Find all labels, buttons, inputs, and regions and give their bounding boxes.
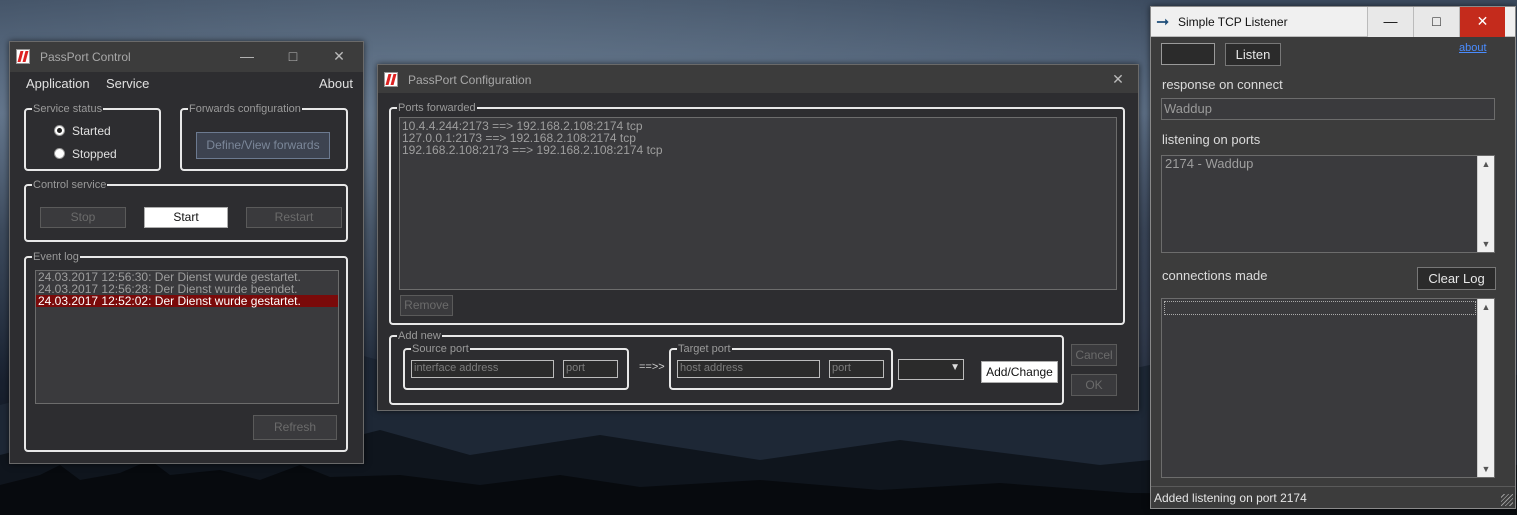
service-status-legend: Service status bbox=[32, 102, 104, 116]
add-change-button[interactable]: Add/Change bbox=[981, 361, 1058, 383]
minimize-icon[interactable]: — bbox=[224, 42, 270, 72]
menu-application[interactable]: Application bbox=[26, 76, 90, 91]
clear-log-button[interactable]: Clear Log bbox=[1417, 267, 1496, 290]
define-view-forwards-button[interactable]: Define/View forwards bbox=[196, 132, 330, 159]
title-bar[interactable]: PassPort Control — □ ✕ bbox=[10, 42, 363, 72]
minimize-icon[interactable]: — bbox=[1367, 7, 1413, 37]
passport-app-icon bbox=[16, 49, 30, 64]
control-service-legend: Control service bbox=[32, 178, 108, 192]
connections-list[interactable]: ▲ ▼ bbox=[1161, 298, 1495, 478]
window-title: PassPort Configuration bbox=[408, 73, 532, 87]
source-address-input[interactable]: interface address bbox=[411, 360, 554, 378]
remove-button[interactable]: Remove bbox=[400, 295, 453, 316]
port-input[interactable] bbox=[1161, 43, 1215, 65]
close-icon[interactable]: ✕ bbox=[316, 42, 362, 72]
maximize-icon[interactable]: □ bbox=[1413, 7, 1459, 37]
menu-bar: Application Service About bbox=[10, 72, 363, 96]
target-port-legend: Target port bbox=[677, 342, 732, 356]
protocol-select[interactable]: ▼ bbox=[898, 359, 964, 380]
service-status-group: Service status Started Stopped bbox=[24, 102, 161, 171]
listening-port-entry[interactable]: 2174 - Waddup bbox=[1162, 156, 1494, 172]
event-log-entry-selected[interactable]: 24.03.2017 12:52:02: Der Dienst wurde ge… bbox=[36, 295, 338, 307]
ports-forwarded-list[interactable]: 10.4.4.244:2173 ==> 192.168.2.108:2174 t… bbox=[399, 117, 1117, 290]
ports-forwarded-legend: Ports forwarded bbox=[397, 101, 477, 115]
radio-checked-icon bbox=[54, 125, 65, 136]
listening-ports-list[interactable]: 2174 - Waddup ▲ ▼ bbox=[1161, 155, 1495, 253]
stop-button[interactable]: Stop bbox=[40, 207, 126, 228]
chevron-up-icon[interactable]: ▲ bbox=[1478, 299, 1494, 315]
status-text: Added listening on port 2174 bbox=[1154, 491, 1307, 505]
passport-control-window: PassPort Control — □ ✕ Application Servi… bbox=[9, 41, 364, 464]
forwards-configuration-group: Forwards configuration Define/View forwa… bbox=[180, 102, 348, 171]
add-new-legend: Add new bbox=[397, 329, 442, 343]
chevron-down-icon[interactable]: ▼ bbox=[1478, 461, 1494, 477]
event-log-group: Event log 24.03.2017 12:56:30: Der Diens… bbox=[24, 250, 348, 452]
response-input[interactable]: Waddup bbox=[1161, 98, 1495, 120]
response-label: response on connect bbox=[1162, 77, 1283, 92]
focus-rectangle bbox=[1164, 301, 1476, 315]
maximize-icon[interactable]: □ bbox=[270, 42, 316, 72]
tcp-listener-window: ➞ Simple TCP Listener — □ ✕ Listen about… bbox=[1150, 6, 1516, 509]
source-port-group: Source port interface address port bbox=[403, 342, 629, 390]
source-port-legend: Source port bbox=[411, 342, 470, 356]
event-log-list[interactable]: 24.03.2017 12:56:30: Der Dienst wurde ge… bbox=[35, 270, 339, 404]
menu-service[interactable]: Service bbox=[106, 76, 149, 91]
passport-configuration-window: PassPort Configuration ✕ Ports forwarded… bbox=[377, 64, 1139, 411]
ports-forwarded-group: Ports forwarded 10.4.4.244:2173 ==> 192.… bbox=[389, 101, 1125, 325]
restart-button[interactable]: Restart bbox=[246, 207, 342, 228]
control-service-group: Control service Stop Start Restart bbox=[24, 178, 348, 242]
forwards-configuration-legend: Forwards configuration bbox=[188, 102, 302, 116]
window-title: Simple TCP Listener bbox=[1178, 15, 1288, 29]
window-title: PassPort Control bbox=[40, 50, 131, 64]
target-port-input[interactable]: port bbox=[829, 360, 884, 378]
ok-button[interactable]: OK bbox=[1071, 374, 1117, 396]
chevron-down-icon: ▼ bbox=[950, 362, 960, 373]
arrow-right-icon: ➞ bbox=[1156, 14, 1170, 31]
source-port-input[interactable]: port bbox=[563, 360, 618, 378]
listen-button[interactable]: Listen bbox=[1225, 43, 1281, 66]
stopped-label: Stopped bbox=[72, 147, 117, 161]
start-button[interactable]: Start bbox=[144, 207, 228, 228]
about-link[interactable]: about bbox=[1459, 42, 1487, 54]
scrollbar[interactable]: ▲ ▼ bbox=[1477, 299, 1494, 477]
add-new-group: Add new Source port interface address po… bbox=[389, 329, 1064, 405]
started-label: Started bbox=[72, 124, 111, 138]
cancel-button[interactable]: Cancel bbox=[1071, 344, 1117, 366]
forward-entry[interactable]: 192.168.2.108:2173 ==> 192.168.2.108:217… bbox=[400, 144, 1116, 156]
chevron-up-icon[interactable]: ▲ bbox=[1478, 156, 1494, 172]
listening-label: listening on ports bbox=[1162, 132, 1261, 147]
connections-label: connections made bbox=[1162, 268, 1268, 283]
status-bar: Added listening on port 2174 bbox=[1151, 486, 1515, 508]
passport-app-icon bbox=[384, 72, 398, 87]
target-port-group: Target port host address port bbox=[669, 342, 893, 390]
menu-about[interactable]: About bbox=[319, 76, 353, 91]
scrollbar[interactable]: ▲ ▼ bbox=[1477, 156, 1494, 252]
radio-unchecked-icon bbox=[54, 148, 65, 159]
close-icon[interactable]: ✕ bbox=[1098, 65, 1138, 93]
event-log-legend: Event log bbox=[32, 250, 80, 264]
target-address-input[interactable]: host address bbox=[677, 360, 820, 378]
refresh-button[interactable]: Refresh bbox=[253, 415, 337, 440]
forward-arrow-label: ==>> bbox=[639, 361, 665, 373]
title-bar[interactable]: ➞ Simple TCP Listener — □ ✕ bbox=[1151, 7, 1515, 37]
chevron-down-icon[interactable]: ▼ bbox=[1478, 236, 1494, 252]
close-icon[interactable]: ✕ bbox=[1459, 7, 1505, 37]
title-bar[interactable]: PassPort Configuration ✕ bbox=[378, 65, 1138, 93]
resize-grip-icon[interactable] bbox=[1501, 494, 1513, 506]
